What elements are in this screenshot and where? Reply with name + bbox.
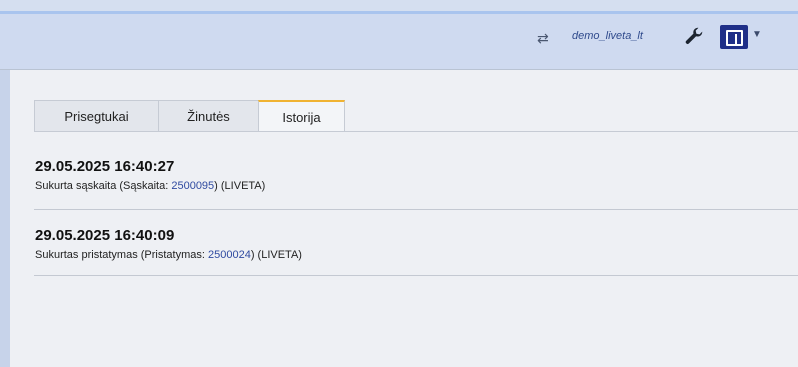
tab-underline — [34, 131, 798, 132]
chevron-down-icon[interactable]: ▼ — [752, 29, 762, 40]
swap-arrows-icon[interactable]: ⇄ — [537, 31, 549, 45]
wrench-icon[interactable] — [683, 26, 705, 48]
entry-description: Sukurtas pristatymas (Pristatymas: 25000… — [35, 249, 798, 261]
entry-text-before: Sukurta sąskaita (Sąskaita: — [35, 180, 172, 192]
entry-text-before: Sukurtas pristatymas (Pristatymas: — [35, 249, 208, 261]
left-sidebar-strip — [0, 70, 10, 367]
delivery-link[interactable]: 2500024 — [208, 249, 251, 261]
history-panel: Prisegtukai Žinutės Istorija 29.05.2025 … — [11, 70, 798, 367]
user-name[interactable]: demo_liveta_lt — [572, 30, 643, 42]
history-entry: 29.05.2025 16:40:09 Sukurtas pristatymas… — [35, 227, 798, 261]
entry-text-after: ) (LIVETA) — [214, 180, 266, 192]
tab-attachments[interactable]: Prisegtukai — [34, 100, 159, 131]
layout-toggle-icon — [726, 30, 743, 46]
tab-messages[interactable]: Žinutės — [158, 100, 259, 131]
entry-datetime: 29.05.2025 16:40:27 — [35, 158, 175, 175]
entry-separator — [34, 209, 798, 210]
entry-datetime: 29.05.2025 16:40:09 — [35, 227, 175, 244]
entry-text-after: ) (LIVETA) — [250, 249, 302, 261]
header-bar: ⇄ demo_liveta_lt ▼ — [0, 14, 798, 70]
tab-history[interactable]: Istorija — [258, 100, 345, 131]
invoice-link[interactable]: 2500095 — [171, 180, 214, 192]
history-entry: 29.05.2025 16:40:27 Sukurta sąskaita (Są… — [35, 158, 798, 192]
entry-separator — [34, 275, 798, 276]
entry-description: Sukurta sąskaita (Sąskaita: 2500095) (LI… — [35, 180, 798, 192]
layout-toggle-button[interactable] — [720, 25, 748, 49]
